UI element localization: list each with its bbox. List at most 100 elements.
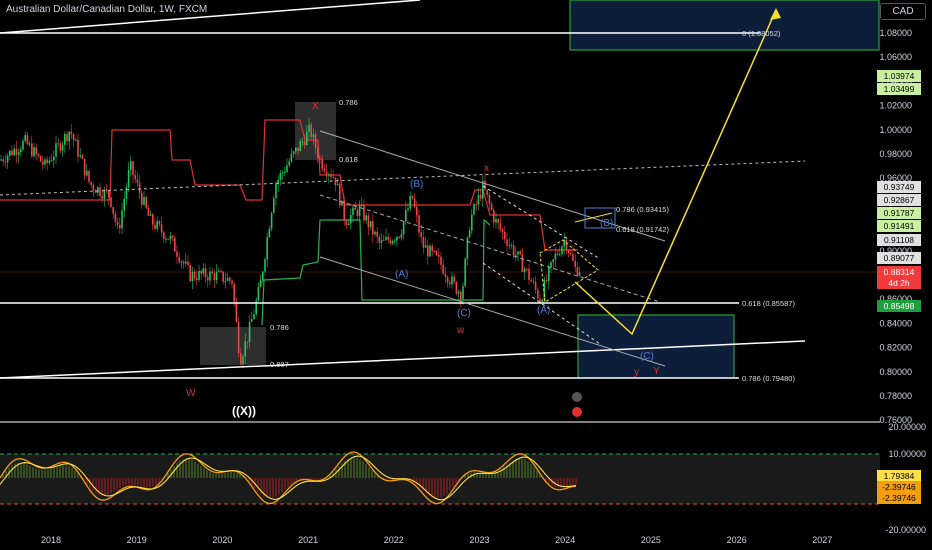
- candle-body: [407, 208, 409, 211]
- candle-body: [332, 177, 334, 179]
- candle-body: [136, 179, 139, 183]
- candle-body: [20, 149, 22, 153]
- y-tick-label: 1.06000: [879, 52, 912, 62]
- candle-body: [578, 272, 581, 276]
- candle-body: [499, 222, 502, 230]
- candle-body: [160, 224, 163, 233]
- candle-body: [240, 353, 242, 365]
- candle-body: [33, 147, 35, 157]
- candle-body: [387, 236, 389, 241]
- candle-body: [286, 165, 288, 172]
- candle-body: [556, 253, 559, 255]
- candle-body: [537, 289, 539, 299]
- candle-body: [490, 203, 493, 210]
- price-tag-label: 0.93749: [884, 182, 915, 192]
- candle-body: [154, 224, 156, 229]
- candle-body: [517, 251, 519, 255]
- candle-body: [123, 198, 125, 211]
- candle-body: [24, 135, 26, 141]
- candle-body: [242, 356, 244, 365]
- candle-body: [270, 212, 273, 229]
- candle-body: [125, 187, 128, 199]
- candle-body: [479, 194, 482, 199]
- price-tag-label: 1.03499: [884, 84, 915, 94]
- candle-body: [130, 161, 132, 170]
- candle-body: [156, 221, 158, 229]
- candle-body: [178, 256, 180, 263]
- wave-label: y: [634, 367, 639, 378]
- candle-body: [152, 214, 154, 225]
- candle-body: [548, 267, 550, 281]
- candle-body: [405, 210, 407, 222]
- candle-body: [455, 281, 458, 294]
- candle-body: [312, 134, 315, 138]
- candle-body: [86, 170, 88, 176]
- fib-label: 0.786 (0.79480): [742, 374, 795, 383]
- candle-body: [50, 160, 53, 162]
- candle-body: [101, 195, 103, 199]
- candle-body: [99, 187, 101, 196]
- candle-body: [391, 240, 394, 244]
- candle-body: [528, 268, 530, 281]
- candle-body: [323, 168, 326, 172]
- candle-body: [231, 280, 233, 284]
- candle-body: [530, 280, 532, 282]
- candle-body: [297, 147, 299, 152]
- candle-body: [127, 169, 130, 188]
- candle-body: [420, 232, 422, 238]
- fib-label: 0.786: [339, 98, 358, 107]
- price-chart[interactable]: 0 (1.08052) 0.618 (0.85587) 0.786 (0.79480…: [0, 0, 932, 550]
- candle-body: [264, 259, 266, 272]
- candle-body: [4, 161, 7, 163]
- price-tag-label: 1.03974: [884, 71, 915, 81]
- candle-body: [306, 131, 308, 145]
- candle-body: [442, 264, 444, 274]
- candle-body: [365, 215, 367, 221]
- candle-body: [59, 143, 62, 151]
- wave-label: x: [484, 163, 489, 174]
- candle-body: [246, 341, 249, 343]
- candle-body: [451, 276, 453, 285]
- candle-body: [378, 236, 381, 243]
- candle-body: [262, 271, 264, 281]
- candle-body: [352, 207, 354, 215]
- price-tag-label: 0.91491: [884, 221, 915, 231]
- candle-body: [70, 131, 73, 135]
- candle-body: [554, 253, 557, 260]
- candle-body: [182, 261, 185, 264]
- candle-body: [290, 153, 293, 162]
- candle-body: [0, 159, 2, 161]
- candle-body: [369, 221, 372, 228]
- candle-body: [215, 271, 218, 281]
- osc-price-tag-label: 1.79384: [884, 471, 915, 481]
- candle-body: [299, 141, 301, 152]
- candle-body: [325, 171, 328, 176]
- price-tag-label: 4d 2h: [888, 278, 910, 288]
- candle-body: [354, 207, 356, 210]
- candle-body: [185, 261, 187, 264]
- x-tick-label: 2021: [298, 535, 318, 545]
- price-tag-label: 0.92867: [884, 195, 915, 205]
- candle-body: [266, 237, 268, 260]
- candle-body: [191, 271, 194, 282]
- currency-selector[interactable]: CAD: [880, 3, 926, 20]
- candle-body: [343, 200, 345, 222]
- fib-label: 0.786: [270, 323, 289, 332]
- wave-label: (C): [640, 351, 654, 362]
- candle-body: [319, 158, 321, 160]
- candle-body: [149, 214, 152, 216]
- candle-body: [339, 183, 341, 206]
- candle-body: [534, 282, 537, 290]
- wave-label: (B): [410, 179, 423, 190]
- candle-body: [321, 158, 323, 169]
- candle-body: [26, 135, 29, 145]
- candle-body: [251, 319, 253, 322]
- candle-body: [486, 189, 488, 195]
- candle-body: [545, 280, 548, 282]
- candle-body: [402, 221, 405, 235]
- candle-body: [288, 161, 290, 166]
- candle-body: [484, 180, 486, 190]
- candle-body: [418, 215, 420, 233]
- y-tick-label: 1.08000: [879, 28, 912, 38]
- candle-body: [570, 253, 572, 255]
